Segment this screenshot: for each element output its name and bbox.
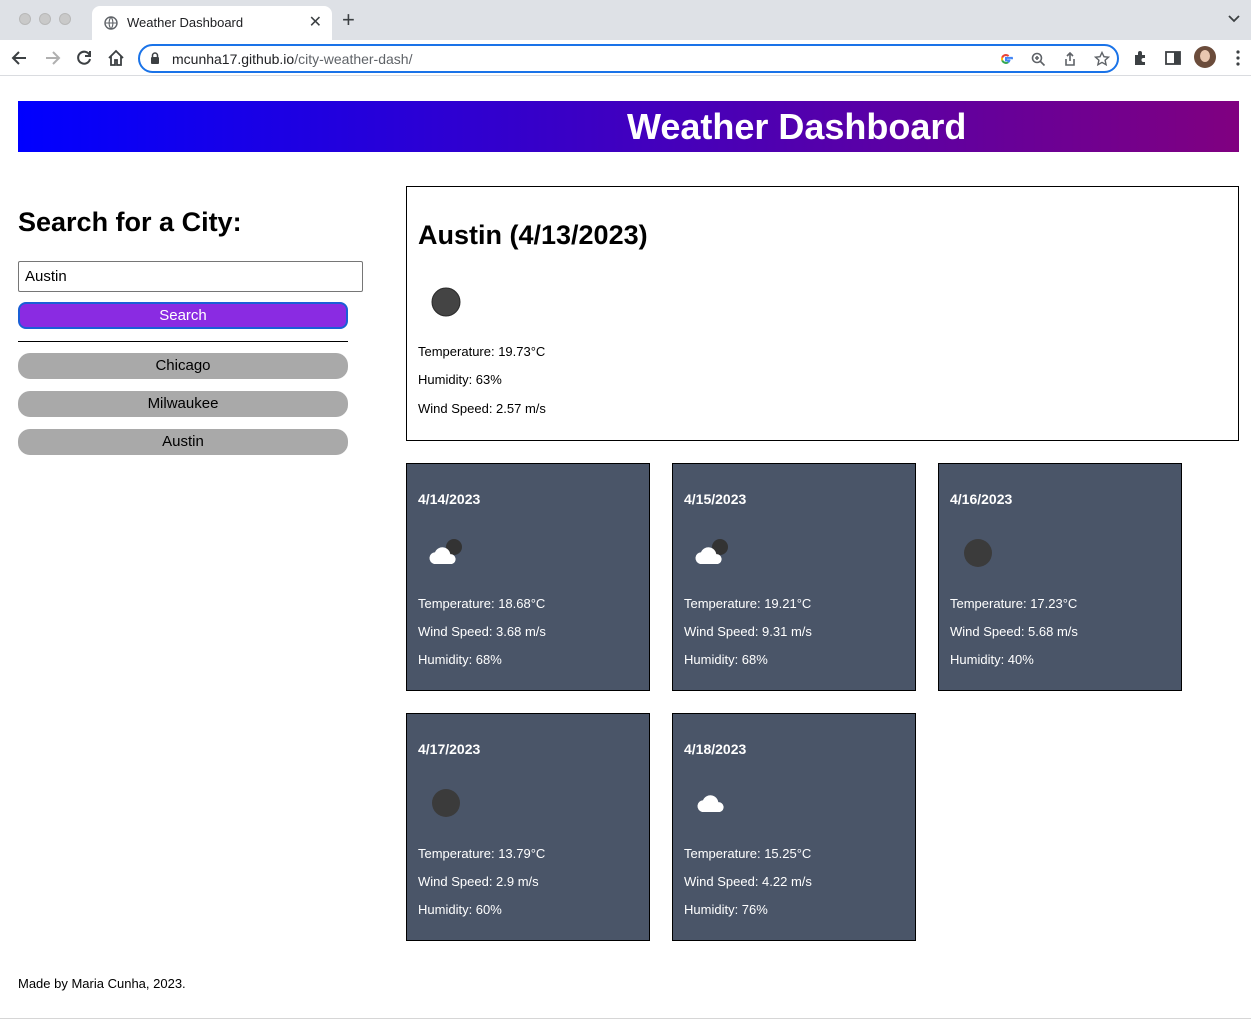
forecast-temperature: Temperature: 17.23°C (950, 596, 1078, 611)
current-temperature: Temperature: 19.73°C (418, 344, 546, 359)
share-icon[interactable] (1062, 51, 1078, 67)
extensions-icon[interactable] (1132, 49, 1150, 67)
cloud-icon (697, 795, 724, 812)
moon-icon (431, 287, 461, 317)
current-weather-card: Austin (4/13/2023) Temperature: 19.73°C … (406, 186, 1239, 441)
forecast-wind-speed: Wind Speed: 3.68 m/s (418, 624, 546, 639)
forecast-card: 4/14/2023 Temperature: 18.68°C Wind Spee… (406, 463, 650, 691)
back-icon[interactable] (10, 48, 30, 68)
divider (18, 341, 348, 342)
browser-tab-bar: Weather Dashboard ✕ + (0, 0, 1251, 40)
forecast-wind-speed: Wind Speed: 2.9 m/s (418, 874, 539, 889)
forecast-date: 4/16/2023 (950, 491, 1013, 507)
reload-icon[interactable] (74, 48, 94, 68)
moon-icon (432, 789, 460, 817)
new-tab-icon[interactable]: + (342, 9, 355, 31)
browser-toolbar: mcunha17.github.io/city-weather-dash/ (0, 40, 1251, 76)
window-close-button[interactable] (19, 13, 31, 25)
forecast-card: 4/18/2023 Temperature: 15.25°C Wind Spee… (672, 713, 916, 941)
address-bar[interactable]: mcunha17.github.io/city-weather-dash/ (138, 44, 1119, 73)
page-title: Weather Dashboard (627, 106, 967, 147)
url-text: mcunha17.github.io/city-weather-dash/ (172, 51, 412, 67)
tab-title: Weather Dashboard (127, 15, 244, 30)
forecast-humidity: Humidity: 76% (684, 902, 768, 917)
history-button-austin[interactable]: Austin (18, 429, 348, 455)
forecast-card: 4/15/2023 Temperature: 19.21°C Wind Spee… (672, 463, 916, 691)
forecast-wind-speed: Wind Speed: 9.31 m/s (684, 624, 812, 639)
search-button[interactable]: Search (18, 302, 348, 329)
window-zoom-button[interactable] (59, 13, 71, 25)
forecast-card: 4/16/2023 Temperature: 17.23°C Wind Spee… (938, 463, 1182, 691)
bottom-divider (0, 1018, 1251, 1019)
current-humidity: Humidity: 63% (418, 372, 502, 387)
forecast-temperature: Temperature: 13.79°C (418, 846, 546, 861)
lock-icon[interactable] (150, 52, 160, 65)
history-button-chicago[interactable]: Chicago (18, 353, 348, 379)
forecast-date: 4/18/2023 (684, 741, 747, 757)
forecast-wind-speed: Wind Speed: 4.22 m/s (684, 874, 812, 889)
browser-tab[interactable]: Weather Dashboard ✕ (92, 6, 332, 40)
chevron-down-icon[interactable] (1227, 12, 1241, 26)
url-domain: mcunha17.github.io (172, 51, 295, 67)
bookmark-star-icon[interactable] (1094, 51, 1110, 67)
forecast-humidity: Humidity: 40% (950, 652, 1034, 667)
forecast-temperature: Temperature: 19.21°C (684, 596, 812, 611)
url-path: /city-weather-dash/ (294, 51, 413, 67)
tab-close-icon[interactable]: ✕ (309, 12, 322, 32)
globe-icon (104, 16, 118, 30)
zoom-icon[interactable] (1030, 51, 1046, 67)
forecast-card: 4/17/2023 Temperature: 13.79°C Wind Spee… (406, 713, 650, 941)
forward-icon[interactable] (42, 48, 62, 68)
history-button-milwaukee[interactable]: Milwaukee (18, 391, 348, 417)
forecast-temperature: Temperature: 15.25°C (684, 846, 812, 861)
google-icon[interactable] (998, 51, 1014, 67)
city-search-input[interactable] (18, 261, 363, 292)
current-wind-speed: Wind Speed: 2.57 m/s (418, 401, 546, 416)
cloud-night-icon (429, 539, 462, 564)
forecast-humidity: Humidity: 60% (418, 902, 502, 917)
home-icon[interactable] (106, 48, 126, 68)
forecast-wind-speed: Wind Speed: 5.68 m/s (950, 624, 1078, 639)
current-city-title: Austin (4/13/2023) (418, 220, 648, 250)
footer-credit: Made by Maria Cunha, 2023. (18, 976, 186, 991)
forecast-date: 4/14/2023 (418, 491, 481, 507)
forecast-date: 4/17/2023 (418, 741, 481, 757)
window-minimize-button[interactable] (39, 13, 51, 25)
forecast-humidity: Humidity: 68% (418, 652, 502, 667)
search-title: Search for a City: (18, 207, 242, 237)
more-menu-icon[interactable] (1229, 49, 1247, 67)
page-header: Weather Dashboard (18, 101, 1239, 152)
side-panel-icon[interactable] (1164, 49, 1182, 67)
forecast-temperature: Temperature: 18.68°C (418, 596, 546, 611)
moon-icon (964, 539, 992, 567)
profile-avatar[interactable] (1194, 46, 1216, 68)
cloud-night-icon (695, 539, 728, 564)
forecast-humidity: Humidity: 68% (684, 652, 768, 667)
forecast-date: 4/15/2023 (684, 491, 747, 507)
